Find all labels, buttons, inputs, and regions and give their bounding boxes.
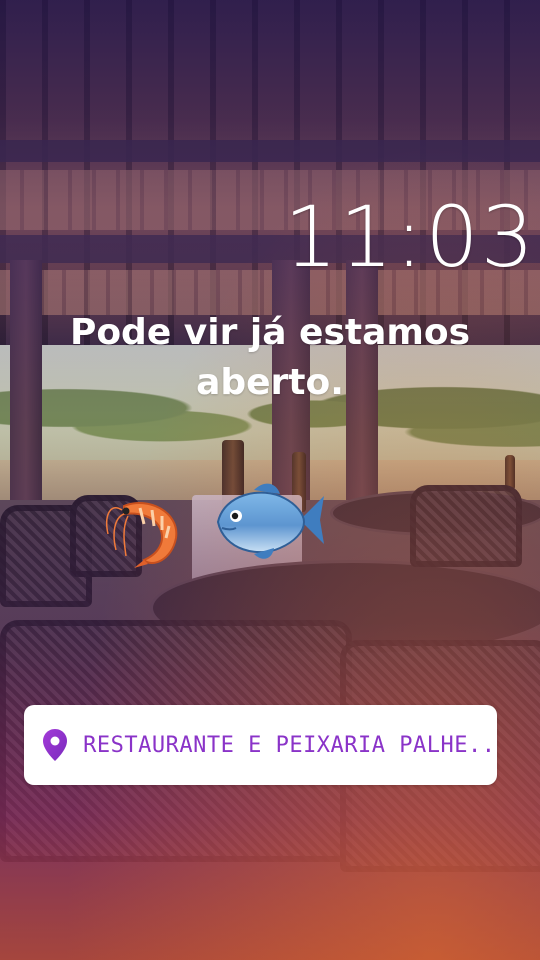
story-caption: Pode vir já estamos aberto. (69, 312, 471, 403)
time-sticker[interactable]: 11:03 (284, 188, 536, 286)
story-view: 11:03 Pode vir já estamos aberto. RESTAU… (0, 0, 540, 960)
location-sticker[interactable]: RESTAURANTE E PEIXARIA PALHE... (24, 705, 497, 785)
shrimp-icon[interactable] (104, 494, 184, 570)
location-label: RESTAURANTE E PEIXARIA PALHE... (83, 732, 497, 758)
location-pin-icon (40, 727, 69, 763)
fish-icon[interactable] (214, 480, 326, 562)
